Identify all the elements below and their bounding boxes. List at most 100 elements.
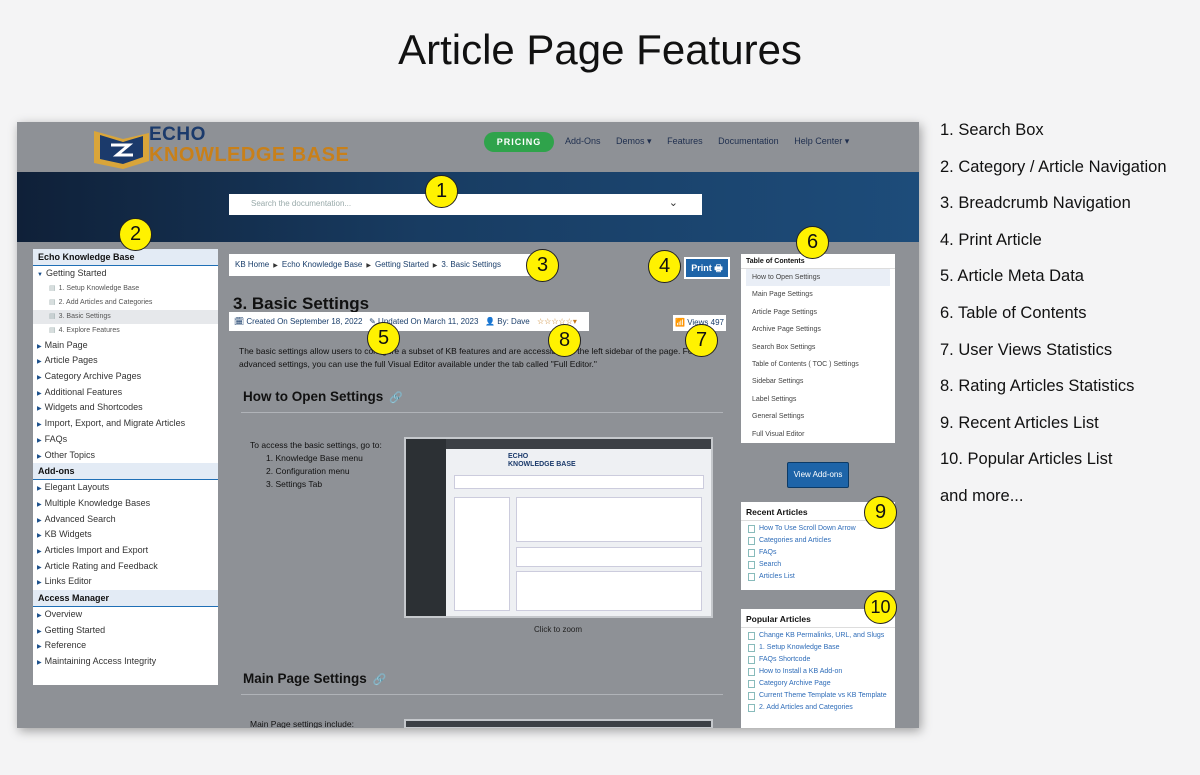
thumb-card-image (516, 547, 702, 567)
nav-documentation[interactable]: Documentation (718, 136, 779, 146)
recent-article-link[interactable]: Articles List (741, 572, 895, 581)
recent-article-link[interactable]: FAQs (741, 548, 895, 557)
caret-right-icon: ▶ (37, 453, 42, 460)
search-hero: Search the documentation... ⌄ (17, 172, 919, 242)
popular-article-link[interactable]: Change KB Permalinks, URL, and Slugs (741, 631, 895, 640)
nav-features[interactable]: Features (667, 136, 703, 146)
sidebar-item[interactable]: ▶ Links Editor (33, 574, 218, 590)
sidebar-item[interactable]: ▶ Article Pages (33, 353, 218, 369)
sidebar-item-label: Main Page (44, 339, 88, 350)
top-nav: Add-Ons Demos ▾ Features Documentation H… (565, 136, 862, 147)
sidebar-item-label: Elegant Layouts (44, 482, 110, 493)
section-heading-open-settings: How to Open Settings 🔗 (243, 389, 403, 404)
caret-right-icon: ▶ (37, 613, 42, 619)
sidebar-article-active[interactable]: ▤ 3. Basic Settings (33, 309, 218, 324)
sidebar-item-label: Article Pages (44, 355, 98, 366)
sidebar-item[interactable]: ▶ Getting Started (33, 623, 218, 639)
main-page-screenshot-image[interactable] (404, 719, 713, 728)
sidebar-item[interactable]: ▶ Additional Features (33, 385, 218, 401)
site-logo[interactable]: ECHO KNOWLEDGE BASE (149, 125, 350, 166)
sidebar-item[interactable]: ▶ Other Topics (33, 448, 218, 464)
callout-badge-8: 8 (548, 324, 581, 357)
pricing-button[interactable]: PRICING (484, 132, 554, 152)
sidebar-item[interactable]: ▶ Widgets and Shortcodes (33, 400, 218, 416)
thumb-card-image (516, 571, 702, 611)
toc-item[interactable]: Archive Page Settings (741, 321, 895, 338)
section2-text: Main Page settings include: (250, 719, 354, 728)
popular-article-link[interactable]: How to Install a KB Add-on (741, 667, 895, 676)
sidebar-item[interactable]: ▶ Reference (33, 638, 218, 654)
breadcrumb-link[interactable]: KB Home (235, 260, 269, 269)
popular-article-link[interactable]: 2. Add Articles and Categories (741, 703, 895, 712)
recent-article-link[interactable]: Search (741, 560, 895, 569)
popular-article-link[interactable]: Current Theme Template vs KB Template (741, 691, 895, 700)
legend-item: and more... (940, 486, 1024, 505)
sidebar-item[interactable]: ▶ Multiple Knowledge Bases (33, 496, 218, 512)
caret-right-icon: ▶ (37, 406, 42, 413)
page-title: Article Page Features (398, 26, 802, 73)
sidebar-item[interactable]: ▶ FAQs (33, 432, 218, 448)
sidebar-item-label: Reference (44, 640, 87, 651)
sidebar-article[interactable]: ▤ 1. Setup Knowledge Base (33, 282, 218, 296)
link-icon[interactable]: 🔗 (373, 674, 387, 686)
popular-article-link[interactable]: 1. Setup Knowledge Base (741, 643, 895, 652)
content-area: Echo Knowledge Base ▼ Getting Started ▤ 1.… (17, 242, 919, 728)
nav-addons[interactable]: Add-Ons (565, 136, 601, 146)
toc-item[interactable]: Search Box Settings (741, 339, 895, 356)
settings-screenshot-image[interactable]: ECHO KNOWLEDGE BASE (404, 437, 713, 618)
toc-item[interactable]: Full Visual Editor (741, 426, 895, 443)
sidebar-access-title: Access Manager (33, 590, 218, 607)
sidebar-item-label: Getting Started (45, 268, 107, 278)
sidebar-item[interactable]: ▶ Overview (33, 607, 218, 623)
nav-demos[interactable]: Demos ▾ (616, 136, 652, 146)
toc-item[interactable]: Article Page Settings (741, 304, 895, 321)
sidebar-item[interactable]: ▶ Elegant Layouts (33, 480, 218, 496)
print-button[interactable]: Print 🖶 (684, 257, 730, 279)
logo-line2: KNOWLEDGE BASE (149, 144, 350, 166)
nav-help-center[interactable]: Help Center ▾ (794, 136, 849, 146)
steps-list: To access the basic settings, go to: 1. … (250, 439, 382, 491)
sidebar-article[interactable]: ▤ 2. Add Articles and Categories (33, 296, 218, 310)
sidebar-item-label: Widgets and Shortcodes (44, 402, 143, 413)
sidebar-item[interactable]: ▶ Main Page (33, 338, 218, 354)
search-input[interactable]: Search the documentation... ⌄ (229, 194, 702, 215)
toc-item-active[interactable]: How to Open Settings (746, 269, 890, 287)
sidebar-item-label: Articles Import and Export (44, 544, 149, 555)
sidebar-item[interactable]: ▶ Import, Export, and Migrate Articles (33, 416, 218, 432)
toc-item[interactable]: Table of Contents ( TOC ) Settings (741, 356, 895, 373)
breadcrumb-link[interactable]: Getting Started (375, 260, 429, 269)
popular-article-link[interactable]: FAQs Shortcode (741, 655, 895, 664)
caret-right-icon: ▶ (37, 564, 42, 571)
caret-right-icon: ▶ (37, 437, 42, 444)
toc-item[interactable]: General Settings (741, 408, 895, 425)
admin-panel-image: ECHO KNOWLEDGE BASE (446, 449, 711, 616)
sidebar-item[interactable]: ▶ KB Widgets (33, 527, 218, 543)
sidebar-item-label: KB Widgets (44, 529, 92, 540)
caret-right-icon: ▶ (37, 660, 42, 667)
document-icon: ▤ (49, 312, 56, 320)
screenshot-frame: ECHO KNOWLEDGE BASE PRICING Add-Ons Demo… (17, 122, 919, 728)
breadcrumb-link[interactable]: Echo Knowledge Base (282, 260, 363, 269)
article-title: 3. Basic Settings (233, 294, 370, 313)
popular-article-link[interactable]: Category Archive Page (741, 679, 895, 688)
sidebar-item-label: FAQs (44, 433, 68, 444)
recent-article-link[interactable]: Categories and Articles (741, 536, 895, 545)
sidebar-item[interactable]: ▶ Category Archive Pages (33, 369, 218, 385)
section-divider (241, 412, 723, 413)
view-addons-button[interactable]: View Add-ons (787, 462, 849, 488)
sidebar-item[interactable]: ▶ Articles Import and Export (33, 543, 218, 559)
toc-item[interactable]: Sidebar Settings (741, 373, 895, 390)
sidebar-item[interactable]: ▶ Maintaining Access Integrity (33, 654, 218, 670)
sidebar-article[interactable]: ▤ 4. Explore Features (33, 324, 218, 338)
toc-item[interactable]: Main Page Settings (741, 286, 895, 303)
sidebar-item-getting-started[interactable]: ▼ Getting Started (33, 266, 218, 282)
toc-item[interactable]: Label Settings (741, 391, 895, 408)
legend-item: 10. Popular Articles List (940, 450, 1113, 469)
sidebar-item-label: Other Topics (44, 449, 95, 460)
sidebar-item[interactable]: ▶ Article Rating and Feedback (33, 559, 218, 575)
chevron-down-icon[interactable]: ⌄ (669, 196, 678, 209)
link-icon[interactable]: 🔗 (389, 392, 403, 404)
sidebar-item-label: Advanced Search (44, 513, 116, 524)
step-item: 2. Configuration menu (266, 466, 350, 476)
sidebar-item[interactable]: ▶ Advanced Search (33, 512, 218, 528)
